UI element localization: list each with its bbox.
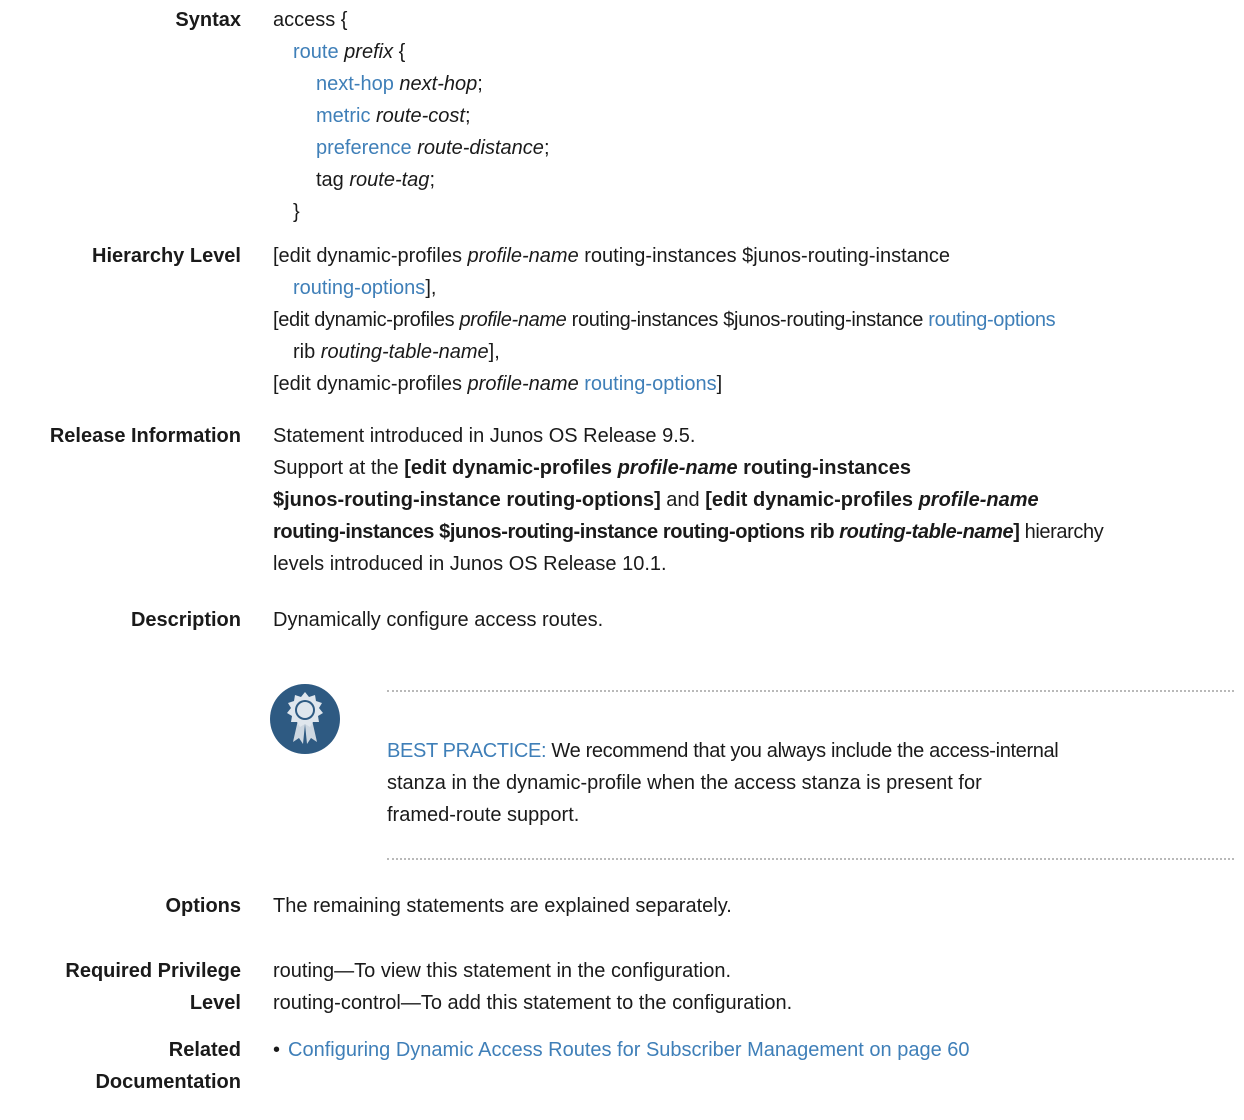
related-label: Related Documentation	[95, 1039, 241, 1093]
syntax-line-access: access {	[273, 9, 348, 31]
syntax-line-next-hop: next-hop next-hop;	[316, 73, 483, 95]
options-text: The remaining statements are explained s…	[273, 895, 732, 917]
options-label: Options	[165, 895, 241, 917]
best-practice-ribbon-icon	[270, 684, 340, 754]
syntax-line-route: route prefix {	[293, 41, 406, 63]
syntax-line-metric: metric route-cost;	[316, 105, 471, 127]
release-label: Release Information	[49, 425, 241, 447]
best-practice-text: BEST PRACTICE: We recommend that you alw…	[387, 740, 1059, 826]
syntax-line-tag: tag route-tag;	[316, 169, 435, 191]
related-list: • Configuring Dynamic Access Routes for S…	[273, 1034, 970, 1066]
routing-options-link[interactable]: routing-options	[293, 277, 425, 299]
description-text: Dynamically configure access routes.	[273, 609, 604, 631]
syntax-label: Syntax	[175, 9, 241, 31]
routing-options-link[interactable]: routing-options	[928, 309, 1055, 331]
next-hop-link[interactable]: next-hop	[316, 73, 394, 95]
best-practice-bottom-divider	[387, 858, 1234, 860]
description-label: Description	[130, 609, 241, 631]
routing-options-link[interactable]: routing-options	[584, 373, 716, 395]
syntax-line-preference: preference route-distance;	[316, 137, 550, 159]
best-practice-top-divider	[387, 690, 1234, 692]
release-block: Statement introduced in Junos OS Release…	[273, 425, 1104, 575]
related-doc-link[interactable]: Configuring Dynamic Access Routes for Su…	[288, 1039, 969, 1061]
hierarchy-label: Hierarchy Level	[92, 245, 241, 267]
metric-link[interactable]: metric	[316, 105, 370, 127]
privilege-label: Required Privilege Level	[65, 960, 241, 1014]
preference-link[interactable]: preference	[316, 137, 412, 159]
best-practice-heading: BEST PRACTICE:	[387, 740, 547, 762]
hierarchy-block: [edit dynamic-profiles profile-name rout…	[273, 245, 1056, 395]
route-link[interactable]: route	[293, 41, 339, 63]
list-item: • Configuring Dynamic Access Routes for S…	[273, 1039, 970, 1061]
syntax-block: access { route prefix { next-hop next-ho…	[273, 4, 550, 228]
privilege-text: routing—To view this statement in the co…	[273, 960, 793, 1014]
syntax-line-close: }	[293, 201, 300, 223]
